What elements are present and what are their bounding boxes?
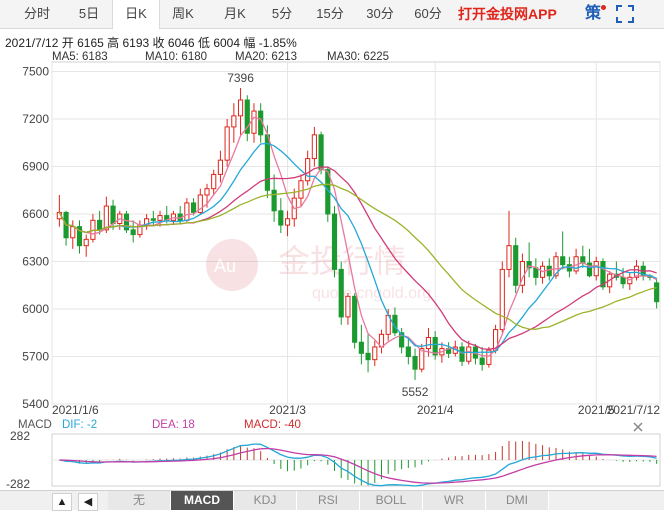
candle-body — [157, 215, 163, 221]
macd-lines — [59, 443, 657, 487]
candle-body — [318, 134, 324, 171]
candles — [56, 87, 660, 380]
candle-body — [231, 115, 237, 128]
candle-body — [533, 267, 539, 278]
tab-none[interactable]: 无 — [108, 491, 171, 510]
candle-body — [479, 357, 485, 365]
high-annotation: 7396 — [227, 71, 254, 85]
price-grid — [51, 61, 661, 405]
candle-body — [271, 189, 277, 212]
candle-body — [365, 352, 371, 361]
y-tick-label: 5400 — [22, 397, 49, 411]
tab-macd[interactable]: MACD — [171, 491, 234, 510]
candle-body — [499, 268, 505, 331]
scroll-left-button[interactable]: ◀ — [78, 493, 98, 511]
candle-body — [298, 180, 304, 199]
y-tick-label: 6300 — [22, 255, 49, 269]
x-tick-label: 2021/7/12 — [607, 403, 661, 417]
candle-body — [211, 173, 217, 190]
tab-dmi[interactable]: DMI — [486, 491, 549, 510]
y-axis-labels: 7500 7200 6900 6600 6300 6000 5700 5400 — [22, 65, 49, 412]
dif-line — [59, 443, 657, 487]
candle-body — [251, 110, 257, 134]
kline-chart: Au 金投行情 quote.cngold.org 7500 7200 6900 660… — [22, 61, 661, 417]
candle-body — [466, 346, 472, 362]
candle-body — [103, 205, 109, 231]
candle-body — [546, 265, 552, 277]
candle-body — [97, 219, 103, 231]
candle-body — [284, 218, 291, 226]
candle-body — [459, 346, 465, 362]
macd-tick-bottom: -282 — [6, 477, 30, 491]
candle-body — [620, 276, 626, 285]
candle-body — [506, 245, 512, 270]
candle-body — [419, 348, 425, 370]
indicator-tab-bar: ▲ ◀ 无 MACD KDJ RSI BOLL WR DMI — [0, 490, 664, 511]
candle-body — [331, 213, 338, 270]
candle-body — [110, 205, 116, 224]
y-tick-label: 7200 — [22, 112, 49, 126]
candle-body — [278, 210, 284, 226]
candle-body — [305, 158, 311, 182]
x-tick-label: 2021/4 — [417, 403, 454, 417]
candle-body — [560, 256, 566, 266]
y-tick-label: 6600 — [22, 207, 49, 221]
watermark-sub: quote.cngold.org — [312, 285, 431, 302]
x-axis-labels: 2021/1/6 2021/3 2021/4 2021/52021/7/12 — [52, 403, 660, 417]
candle-body — [150, 218, 156, 221]
candle-body — [338, 268, 344, 318]
candle-body — [130, 229, 136, 236]
candle-body — [405, 346, 411, 357]
candle-body — [352, 295, 358, 343]
candle-body — [412, 356, 418, 370]
y-tick-label: 6000 — [22, 302, 49, 316]
x-tick-label: 2021/1/6 — [52, 403, 99, 417]
tab-kdj[interactable]: KDJ — [234, 491, 297, 510]
macd-grid — [51, 433, 661, 487]
candle-body — [593, 261, 599, 277]
candle-body — [217, 159, 224, 175]
macd-tick-top: 282 — [10, 430, 30, 443]
candle-body — [372, 346, 378, 361]
watermark-badge: Au — [214, 256, 236, 276]
tab-wr[interactable]: WR — [423, 491, 486, 510]
candle-body — [204, 188, 210, 196]
ma-lines — [58, 116, 657, 357]
candle-body — [70, 226, 76, 239]
plot-border — [51, 61, 661, 405]
tab-rsi[interactable]: RSI — [297, 491, 360, 510]
y-tick-label: 5700 — [22, 350, 49, 364]
candle-body — [83, 238, 89, 247]
candle-body — [224, 126, 230, 161]
scroll-up-button[interactable]: ▲ — [52, 493, 72, 511]
watermark: Au 金投行情 quote.cngold.org — [206, 239, 431, 302]
y-tick-label: 6900 — [22, 160, 49, 174]
candle-body — [237, 99, 244, 117]
candle-body — [358, 341, 364, 354]
candle-body — [184, 202, 190, 221]
low-annotation: 5552 — [402, 385, 429, 399]
candle-body — [425, 337, 432, 350]
macd-chart: 282 -282 — [6, 430, 661, 491]
y-tick-label: 7500 — [22, 65, 49, 79]
candle-body — [190, 202, 197, 213]
x-tick-label: 2021/3 — [269, 403, 306, 417]
candle-body — [654, 282, 660, 303]
candle-body — [311, 134, 317, 160]
tab-boll[interactable]: BOLL — [360, 491, 423, 510]
candle-body — [513, 245, 519, 286]
candle-body — [345, 295, 351, 318]
